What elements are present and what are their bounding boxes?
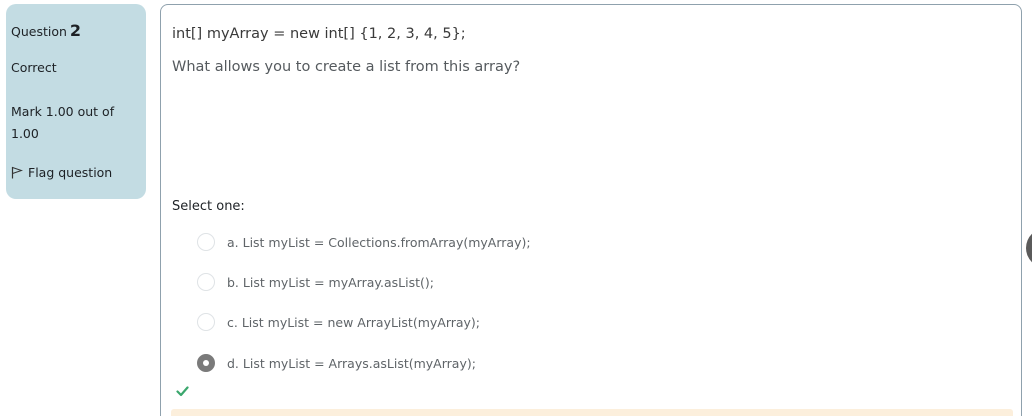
feedback-box <box>171 409 1013 416</box>
quiz-page: Question 2 Correct Mark 1.00 out of 1.00 … <box>0 0 1032 416</box>
question-prefix: Question <box>11 24 67 39</box>
question-code: int[] myArray = new int[] {1, 2, 3, 4, 5… <box>172 26 466 42</box>
answer-option-label: b. List myList = myArray.asList(); <box>227 274 434 290</box>
radio-b[interactable] <box>197 273 215 291</box>
check-icon <box>176 382 189 401</box>
flag-question-link[interactable]: Flag question <box>11 165 112 180</box>
question-grade: Mark 1.00 out of 1.00 <box>11 104 115 141</box>
answer-prompt: Select one: <box>172 199 245 214</box>
question-number: 2 <box>69 21 82 40</box>
question-content: int[] myArray = new int[] {1, 2, 3, 4, 5… <box>160 4 1022 416</box>
radio-a[interactable] <box>197 233 215 251</box>
scroll-handle[interactable] <box>1026 228 1032 268</box>
answer-option-label: a. List myList = Collections.fromArray(m… <box>227 234 531 250</box>
question-number-line: Question 2 <box>11 21 81 40</box>
question-info-panel: Question 2 Correct Mark 1.00 out of 1.00 … <box>6 4 146 199</box>
answer-option-label: c. List myList = new ArrayList(myArray); <box>227 314 481 330</box>
radio-c[interactable] <box>197 313 215 331</box>
answer-option-a[interactable]: a. List myList = Collections.fromArray(m… <box>197 233 531 251</box>
radio-d[interactable] <box>197 354 215 372</box>
flag-icon <box>11 166 23 179</box>
answer-option-c[interactable]: c. List myList = new ArrayList(myArray); <box>197 313 480 331</box>
flag-question-label: Flag question <box>28 165 113 180</box>
question-state: Correct <box>11 60 57 75</box>
answer-option-d[interactable]: d. List myList = Arrays.asList(myArray); <box>197 354 476 372</box>
answer-option-b[interactable]: b. List myList = myArray.asList(); <box>197 273 434 291</box>
answer-option-label: d. List myList = Arrays.asList(myArray); <box>227 355 476 371</box>
question-text: What allows you to create a list from th… <box>172 59 521 75</box>
